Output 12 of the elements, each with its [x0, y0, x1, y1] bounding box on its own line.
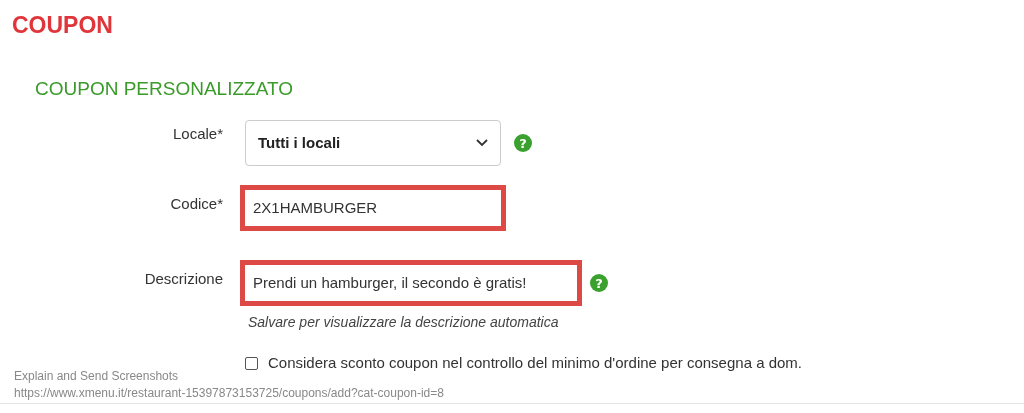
chevron-down-icon	[476, 139, 488, 147]
field-label: Descrizione	[143, 269, 223, 289]
field-label: Locale*	[171, 124, 223, 144]
capture-caption-url: https://www.xmenu.it/restaurant-15397873153725/coupons/add?cat-coupon-id=8	[14, 385, 444, 402]
page-title: COUPON	[12, 11, 113, 40]
checkbox-label: Considera sconto coupon nel controllo del minimo d'ordine per consegna a dom.	[268, 353, 803, 373]
field-label: Codice*	[169, 194, 223, 214]
checkbox[interactable]	[245, 356, 258, 370]
capture-caption-title: Explain and Send Screenshots	[14, 368, 179, 385]
hint-text: Salvare per visualizzare la descrizione automatica	[248, 313, 560, 332]
section-title: COUPON PERSONALIZZATO	[35, 77, 293, 101]
locale-select[interactable]: Tutti i locali	[245, 120, 501, 166]
